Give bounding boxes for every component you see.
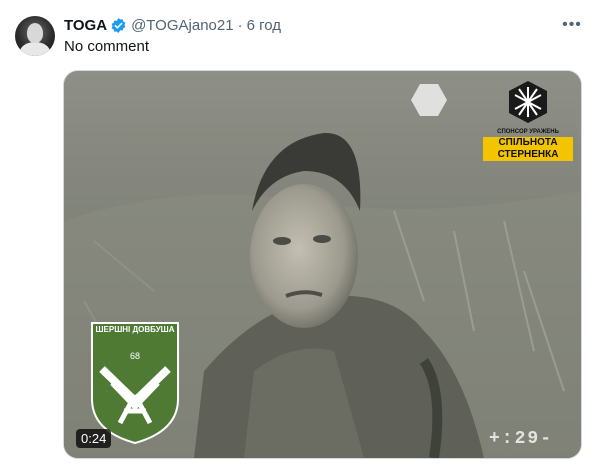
unit-badge: ШЕРШНІ ДОВБУША 68 — [88, 319, 182, 445]
separator-dot: · — [237, 16, 243, 34]
video-duration: 0:24 — [76, 429, 112, 448]
sponsor-line2: СТЕРНЕНКА — [497, 149, 559, 160]
badge-label: ШЕРШНІ ДОВБУША — [95, 325, 175, 334]
author-handle[interactable]: @TOGAjano21 — [131, 17, 234, 34]
avatar-face — [27, 23, 43, 43]
sponsor-caption: СПОНСОР УРАЖЕНЬ — [497, 129, 559, 135]
tweet-text: No comment — [64, 38, 150, 55]
sponsor-brand: СПІЛЬНОТА СТЕРНЕНКА — [483, 137, 573, 161]
unit-shield-icon — [91, 322, 179, 445]
timestamp[interactable]: 6 год — [247, 17, 281, 34]
sponsor-emblem-icon — [509, 81, 547, 123]
video-player[interactable]: СПОНСОР УРАЖЕНЬ СПІЛЬНОТА СТЕРНЕНКА ШЕРШ… — [63, 70, 582, 459]
tweet-header: TOGA @TOGAjano21 · 6 год — [64, 15, 281, 35]
avatar-shoulders — [20, 42, 50, 56]
osd-overlay-text: +:29- — [489, 429, 554, 449]
sponsor-logo: СПОНСОР УРАЖЕНЬ СПІЛЬНОТА СТЕРНЕНКА — [481, 79, 575, 165]
tweet[interactable]: TOGA @TOGAjano21 · 6 год ••• No comment — [0, 0, 593, 471]
verified-badge-icon — [111, 17, 126, 33]
avatar[interactable] — [15, 16, 55, 56]
author-name[interactable]: TOGA — [64, 17, 107, 34]
more-dots-icon[interactable]: ••• — [560, 14, 584, 36]
badge-number: 68 — [129, 351, 140, 361]
sponsor-line1: СПІЛЬНОТА — [498, 137, 558, 148]
